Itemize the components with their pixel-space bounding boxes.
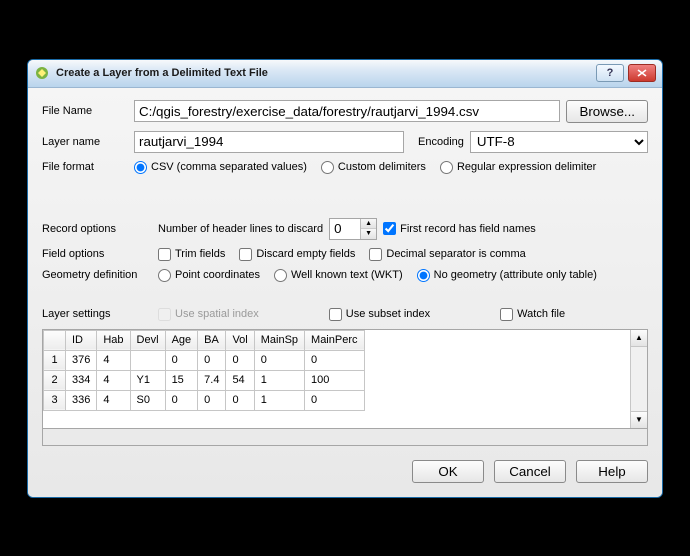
discard-lines-value[interactable] (330, 219, 360, 239)
table-cell: 0 (198, 390, 226, 410)
horizontal-scrollbar[interactable] (42, 429, 648, 446)
discard-lines-label: Number of header lines to discard (158, 223, 323, 235)
table-cell: 4 (97, 370, 130, 390)
table-cell: 0 (226, 350, 254, 370)
subset-index-checkbox[interactable]: Use subset index (329, 308, 430, 321)
column-header[interactable]: Devl (130, 330, 165, 350)
row-header: 2 (44, 370, 66, 390)
encoding-label: Encoding (418, 136, 464, 148)
close-button[interactable] (628, 64, 656, 82)
help-button[interactable]: Help (576, 460, 648, 483)
layer-name-label: Layer name (42, 136, 128, 148)
layer-settings-label: Layer settings (42, 308, 152, 320)
column-header[interactable] (44, 330, 66, 350)
geom-wkt-radio[interactable]: Well known text (WKT) (274, 269, 403, 282)
file-name-label: File Name (42, 105, 128, 117)
titlebar: Create a Layer from a Delimited Text Fil… (28, 60, 662, 88)
table-cell: 15 (165, 370, 198, 390)
spatial-index-checkbox: Use spatial index (158, 308, 259, 321)
format-regex-radio[interactable]: Regular expression delimiter (440, 161, 596, 174)
table-cell: 100 (305, 370, 364, 390)
table-cell: 4 (97, 350, 130, 370)
row-header: 1 (44, 350, 66, 370)
data-table[interactable]: IDHabDevlAgeBAVolMainSpMainPerc137640000… (43, 330, 365, 411)
format-csv-radio[interactable]: CSV (comma separated values) (134, 161, 307, 174)
table-row[interactable]: 23344Y1157.4541100 (44, 370, 365, 390)
help-button-titlebar[interactable]: ? (596, 64, 624, 82)
scroll-track[interactable] (631, 347, 647, 411)
table-row[interactable]: 1376400000 (44, 350, 365, 370)
dialog-content: File Name Browse... Layer name Encoding … (28, 88, 662, 497)
table-cell: 0 (165, 390, 198, 410)
row-header: 3 (44, 390, 66, 410)
table-cell: S0 (130, 390, 165, 410)
geometry-label: Geometry definition (42, 269, 152, 281)
ok-button[interactable]: OK (412, 460, 484, 483)
vertical-scrollbar[interactable]: ▲ ▼ (630, 330, 647, 428)
preview-table: IDHabDevlAgeBAVolMainSpMainPerc137640000… (42, 329, 648, 429)
column-header[interactable]: BA (198, 330, 226, 350)
table-cell: 0 (226, 390, 254, 410)
table-cell: 1 (254, 370, 304, 390)
cancel-button[interactable]: Cancel (494, 460, 566, 483)
column-header[interactable]: ID (66, 330, 97, 350)
table-row[interactable]: 33364S000010 (44, 390, 365, 410)
record-options-label: Record options (42, 223, 152, 235)
encoding-select[interactable]: UTF-8 (470, 131, 648, 153)
layer-name-input[interactable] (134, 131, 404, 153)
format-custom-radio[interactable]: Custom delimiters (321, 161, 426, 174)
table-cell: 0 (254, 350, 304, 370)
column-header[interactable]: Hab (97, 330, 130, 350)
trim-fields-checkbox[interactable]: Trim fields (158, 248, 225, 261)
discard-lines-spinner[interactable]: ▲ ▼ (329, 218, 377, 240)
table-cell: 7.4 (198, 370, 226, 390)
field-options-label: Field options (42, 248, 152, 260)
table-cell: 0 (305, 350, 364, 370)
first-record-checkbox[interactable]: First record has field names (383, 222, 536, 235)
table-cell: 4 (97, 390, 130, 410)
table-cell: 0 (305, 390, 364, 410)
window-title: Create a Layer from a Delimited Text Fil… (56, 67, 596, 79)
column-header[interactable]: Age (165, 330, 198, 350)
window-buttons: ? (596, 64, 656, 82)
dialog-window: Create a Layer from a Delimited Text Fil… (27, 59, 663, 498)
spinner-up-icon[interactable]: ▲ (361, 219, 376, 230)
spinner-down-icon[interactable]: ▼ (361, 229, 376, 239)
watch-file-checkbox[interactable]: Watch file (500, 308, 565, 321)
geom-none-radio[interactable]: No geometry (attribute only table) (417, 269, 597, 282)
geom-point-radio[interactable]: Point coordinates (158, 269, 260, 282)
table-cell: Y1 (130, 370, 165, 390)
file-format-label: File format (42, 161, 128, 173)
table-cell: 54 (226, 370, 254, 390)
table-cell: 0 (198, 350, 226, 370)
table-cell: 376 (66, 350, 97, 370)
file-name-input[interactable] (134, 100, 560, 122)
column-header[interactable]: Vol (226, 330, 254, 350)
column-header[interactable]: MainPerc (305, 330, 364, 350)
table-cell: 1 (254, 390, 304, 410)
table-cell: 334 (66, 370, 97, 390)
scroll-down-icon[interactable]: ▼ (631, 411, 647, 428)
table-cell: 336 (66, 390, 97, 410)
browse-button[interactable]: Browse... (566, 100, 648, 123)
discard-empty-checkbox[interactable]: Discard empty fields (239, 248, 355, 261)
table-cell (130, 350, 165, 370)
scroll-up-icon[interactable]: ▲ (631, 330, 647, 347)
decimal-comma-checkbox[interactable]: Decimal separator is comma (369, 248, 525, 261)
column-header[interactable]: MainSp (254, 330, 304, 350)
app-icon (34, 65, 50, 81)
table-cell: 0 (165, 350, 198, 370)
